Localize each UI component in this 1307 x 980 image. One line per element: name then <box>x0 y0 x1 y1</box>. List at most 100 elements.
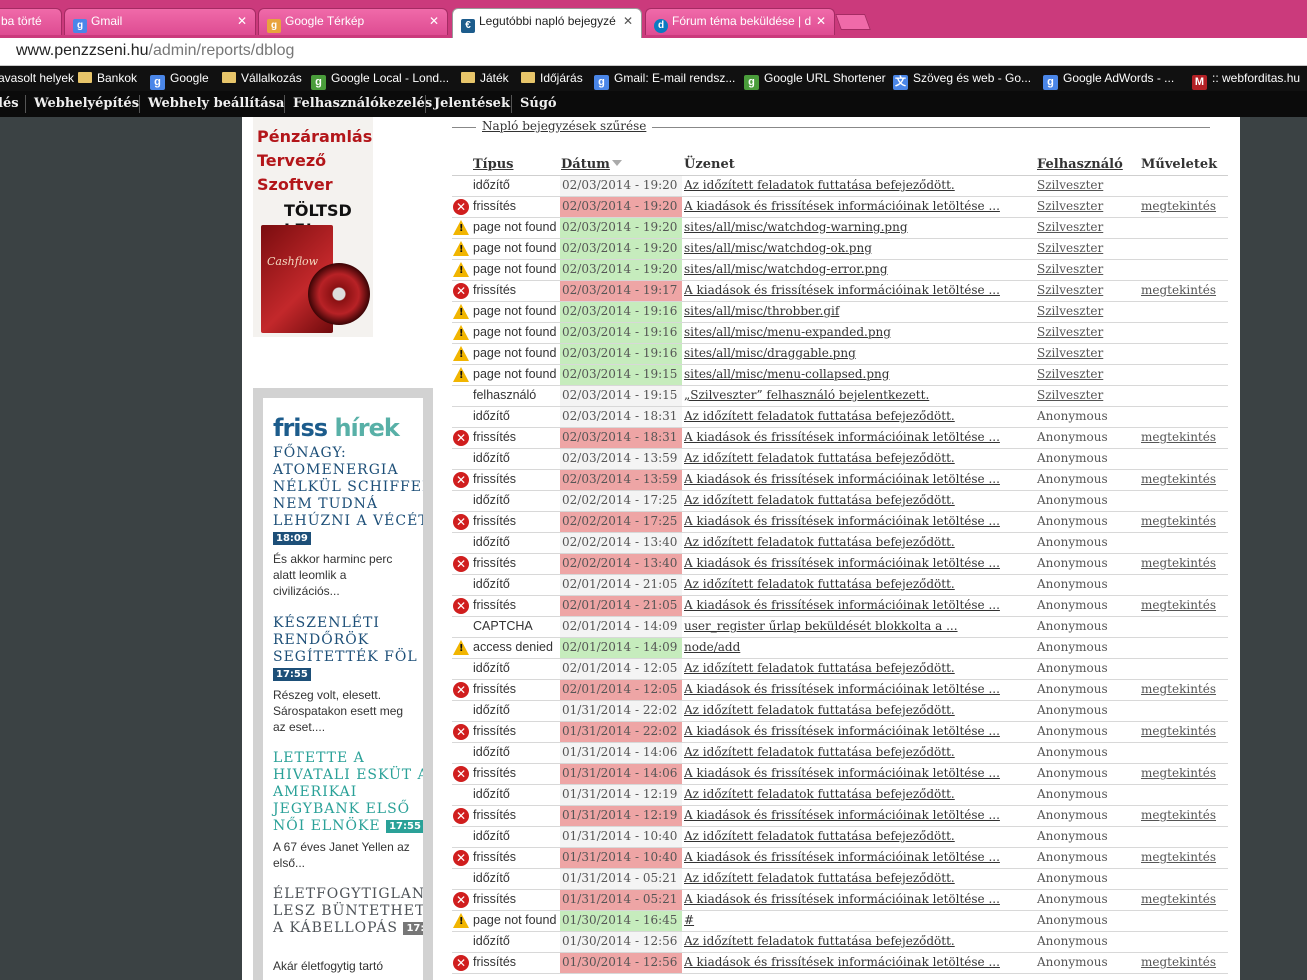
news-item-title[interactable]: ÉLETFOGYTIGLANNA LESZ BÜNTETHETŐ A KÁBEL… <box>273 886 423 937</box>
view-details-link[interactable]: megtekintés <box>1141 430 1216 444</box>
view-details-link[interactable]: megtekintés <box>1141 472 1216 486</box>
admin-menu-item-help[interactable]: Súgó <box>520 96 557 111</box>
log-message-link[interactable]: Az időzített feladatok futtatása befejez… <box>684 493 1034 507</box>
tab-google-maps[interactable]: g Google Térkép ✕ <box>258 8 448 35</box>
log-message-link[interactable]: Az időzített feladatok futtatása befejez… <box>684 409 1034 423</box>
log-message-link[interactable]: A kiadások és frissítések információinak… <box>684 283 1034 297</box>
news-item-title[interactable]: FŐNAGY: ATOMENERGIA NÉLKÜL SCHIFFER NEM … <box>273 445 423 547</box>
log-message-link[interactable]: sites/all/misc/watchdog-warning.png <box>684 220 1034 234</box>
log-user[interactable]: Szilveszter <box>1037 388 1103 402</box>
new-tab-button[interactable] <box>835 14 871 30</box>
log-message-link[interactable]: node/add <box>684 640 1034 654</box>
log-message-link[interactable]: sites/all/misc/menu-expanded.png <box>684 325 1034 339</box>
log-message-link[interactable]: user_register űrlap beküldését blokkolta… <box>684 619 1034 633</box>
admin-menu-item-site-configuration[interactable]: Webhely beállítása <box>148 96 284 111</box>
tab-forum-topic[interactable]: d Fórum téma beküldése | d ✕ <box>645 8 835 35</box>
log-message-link[interactable]: sites/all/misc/watchdog-error.png <box>684 262 1034 276</box>
bookmark-jatek[interactable]: Játék <box>461 71 509 85</box>
tab-gmail[interactable]: g Gmail ✕ <box>64 8 256 35</box>
view-details-link[interactable]: megtekintés <box>1141 724 1216 738</box>
close-icon[interactable]: ✕ <box>816 14 826 28</box>
view-details-link[interactable]: megtekintés <box>1141 682 1216 696</box>
bookmark-bankok[interactable]: Bankok <box>78 71 137 85</box>
bookmark-gmail[interactable]: g Gmail: E-mail rendsz... <box>594 71 735 90</box>
log-message-link[interactable]: A kiadások és frissítések információinak… <box>684 199 1034 213</box>
log-user[interactable]: Szilveszter <box>1037 199 1103 213</box>
log-message-link[interactable]: A kiadások és frissítések információinak… <box>684 598 1034 612</box>
close-icon[interactable]: ✕ <box>237 14 247 28</box>
log-message-link[interactable]: Az időzített feladatok futtatása befejez… <box>684 451 1034 465</box>
log-message-link[interactable]: # <box>684 913 1034 927</box>
log-message-link[interactable]: Az időzített feladatok futtatása befejez… <box>684 178 1034 192</box>
news-item-title[interactable]: LETETTE A HIVATALI ESKÜT AZ AMERIKAI JEG… <box>273 750 423 835</box>
log-message-link[interactable]: sites/all/misc/draggable.png <box>684 346 1034 360</box>
bookmark-webforditas[interactable]: M:: webforditas.hu <box>1192 71 1300 90</box>
log-message-link[interactable]: A kiadások és frissítések információinak… <box>684 682 1034 696</box>
admin-menu-item-reports[interactable]: Jelentések <box>434 96 510 111</box>
log-message-link[interactable]: A kiadások és frissítések információinak… <box>684 766 1034 780</box>
log-user[interactable]: Szilveszter <box>1037 304 1103 318</box>
ad-banner[interactable]: Pénzáramlás Tervező Szoftver TÖLTSD LE! … <box>253 117 373 337</box>
log-message-link[interactable]: „Szilveszter” felhasználó bejelentkezett… <box>684 388 1034 402</box>
log-user[interactable]: Szilveszter <box>1037 325 1103 339</box>
bookmark-adwords[interactable]: g Google AdWords - ... <box>1043 71 1174 90</box>
column-header-type[interactable]: Típus <box>473 157 513 172</box>
url-text[interactable]: www.penzzseni.hu/admin/reports/dblog <box>16 42 294 60</box>
log-user[interactable]: Szilveszter <box>1037 262 1103 276</box>
admin-menu-item-user-management[interactable]: Felhasználókezelés <box>293 96 432 111</box>
filter-fieldset-toggle[interactable]: Napló bejegyzések szűrése <box>476 119 653 133</box>
log-message-link[interactable]: A kiadások és frissítések információinak… <box>684 556 1034 570</box>
address-bar[interactable]: www.penzzseni.hu/admin/reports/dblog <box>0 38 1307 66</box>
bookmark-idojaras[interactable]: Időjárás <box>521 71 583 85</box>
close-icon[interactable]: ✕ <box>429 14 439 28</box>
log-user[interactable]: Szilveszter <box>1037 220 1103 234</box>
log-user[interactable]: Szilveszter <box>1037 346 1103 360</box>
view-details-link[interactable]: megtekintés <box>1141 892 1216 906</box>
tab-history[interactable]: ba törté <box>0 8 62 35</box>
view-details-link[interactable]: megtekintés <box>1141 766 1216 780</box>
column-header-date-wrap[interactable]: Dátum <box>561 157 622 172</box>
log-message-link[interactable]: Az időzített feladatok futtatása befejez… <box>684 871 1034 885</box>
log-message-link[interactable]: A kiadások és frissítések információinak… <box>684 808 1034 822</box>
log-message-link[interactable]: sites/all/misc/menu-collapsed.png <box>684 367 1034 381</box>
log-message-link[interactable]: Az időzített feladatok futtatása befejez… <box>684 934 1034 948</box>
log-message-link[interactable]: Az időzített feladatok futtatása befejez… <box>684 829 1034 843</box>
log-message-link[interactable]: A kiadások és frissítések információinak… <box>684 892 1034 906</box>
log-message-link[interactable]: Az időzített feladatok futtatása befejez… <box>684 703 1034 717</box>
log-message-link[interactable]: A kiadások és frissítések információinak… <box>684 514 1034 528</box>
log-message-link[interactable]: Az időzített feladatok futtatása befejez… <box>684 577 1034 591</box>
column-header-date[interactable]: Dátum <box>561 157 610 172</box>
log-message-link[interactable]: sites/all/misc/throbber.gif <box>684 304 1034 318</box>
tab-recent-log-entries[interactable]: € Legutóbbi napló bejegyzé ✕ <box>452 8 642 38</box>
view-details-link[interactable]: megtekintés <box>1141 199 1216 213</box>
view-details-link[interactable]: megtekintés <box>1141 808 1216 822</box>
view-details-link[interactable]: megtekintés <box>1141 556 1216 570</box>
log-message-link[interactable]: A kiadások és frissítések információinak… <box>684 430 1034 444</box>
admin-menu-item-site-building[interactable]: Webhelyépítés <box>34 96 139 111</box>
log-message-link[interactable]: Az időzített feladatok futtatása befejez… <box>684 787 1034 801</box>
close-icon[interactable]: ✕ <box>623 14 633 28</box>
view-details-link[interactable]: megtekintés <box>1141 850 1216 864</box>
log-message-link[interactable]: A kiadások és frissítések információinak… <box>684 472 1034 486</box>
news-item-title[interactable]: KÉSZENLÉTI RENDŐRÖK SEGÍTETTÉK FÖL 17:55 <box>273 615 423 683</box>
view-details-link[interactable]: megtekintés <box>1141 955 1216 969</box>
view-details-link[interactable]: megtekintés <box>1141 598 1216 612</box>
log-message-link[interactable]: A kiadások és frissítések információinak… <box>684 955 1034 969</box>
news-logo[interactable]: friss hírek <box>273 414 400 442</box>
bookmark-google-local[interactable]: g Google Local - Lond... <box>311 71 449 90</box>
admin-menu-item-content[interactable]: lés <box>0 96 19 111</box>
log-message-link[interactable]: Az időzített feladatok futtatása befejez… <box>684 661 1034 675</box>
log-user[interactable]: Szilveszter <box>1037 367 1103 381</box>
column-header-user[interactable]: Felhasználó <box>1037 157 1123 172</box>
bookmark-vallalkozas[interactable]: Vállalkozás <box>222 71 302 85</box>
log-message-link[interactable]: Az időzített feladatok futtatása befejez… <box>684 745 1034 759</box>
log-user[interactable]: Szilveszter <box>1037 283 1103 297</box>
bookmark-translate[interactable]: 文 Szöveg és web - Go... <box>893 71 1031 90</box>
view-details-link[interactable]: megtekintés <box>1141 283 1216 297</box>
log-message-link[interactable]: Az időzített feladatok futtatása befejez… <box>684 535 1034 549</box>
log-message-link[interactable]: A kiadások és frissítések információinak… <box>684 724 1034 738</box>
log-user[interactable]: Szilveszter <box>1037 241 1103 255</box>
log-message-link[interactable]: sites/all/misc/watchdog-ok.png <box>684 241 1034 255</box>
bookmark-url-shortener[interactable]: g Google URL Shortener <box>744 71 886 90</box>
log-message-link[interactable]: A kiadások és frissítések információinak… <box>684 850 1034 864</box>
